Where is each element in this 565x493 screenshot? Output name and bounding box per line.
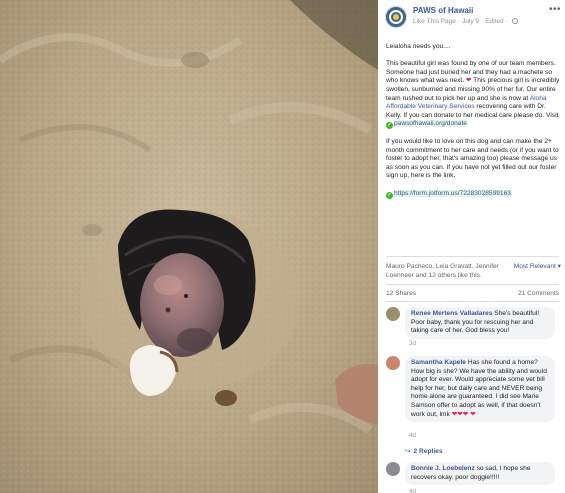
check-icon: ✓ — [386, 191, 393, 199]
comment-time[interactable]: 4d — [409, 432, 416, 439]
likes-row: Mauro Pacheco, Leia Gravatt, Jennifer Lo… — [386, 263, 561, 280]
comment-item: Renee Mertens Valladares She's beautiful… — [386, 307, 561, 349]
comments-count[interactable]: 21 Comments — [518, 290, 559, 297]
post-paragraph-1: Leialoha needs you.... — [386, 43, 451, 50]
heart-icon: ❤ — [465, 77, 472, 85]
shares-count[interactable]: 12 Shares — [386, 290, 416, 297]
logo-dot-icon — [393, 14, 399, 20]
avatar[interactable] — [386, 307, 400, 321]
comment-time[interactable]: 4d — [409, 488, 416, 493]
post-paragraph-3: If you would like to love on this dog an… — [386, 137, 559, 180]
globe-icon — [511, 18, 518, 24]
divider — [386, 301, 559, 302]
sand-dog-photo — [0, 0, 378, 493]
heart-icon: ❤❤❤ ❤ — [451, 410, 476, 418]
comment-author[interactable]: Samantha Kapele — [411, 359, 466, 366]
comment-bubble: Samantha Kapele Has she found a home? Ho… — [405, 356, 555, 423]
more-dots-icon[interactable]: ••• — [549, 4, 561, 15]
reply-arrow-icon: ↪ — [405, 448, 411, 455]
post-text: Leialoha needs you.... This beautiful gi… — [386, 43, 561, 207]
replies-label: 2 Replies — [413, 448, 443, 455]
post-panel: PAWS of Hawaii Like This Page · July 9 · Edi… — [378, 0, 565, 493]
comment-bubble: Renee Mertens Valladares She's beautiful… — [405, 307, 555, 339]
post-date[interactable]: July 9 — [462, 18, 479, 25]
divider — [386, 256, 559, 257]
page-avatar[interactable] — [385, 6, 407, 28]
form-link[interactable]: https://form.jotform.us/72283028599163 — [394, 189, 511, 197]
page-name[interactable]: PAWS of Hawaii — [413, 6, 473, 15]
comment-author[interactable]: Bonnie J. Loebelenz — [411, 465, 475, 472]
divider — [386, 284, 559, 285]
post-paragraph-4: ✓ https://form.jotform.us/72283028599163 — [386, 189, 561, 199]
likes-summary[interactable]: Mauro Pacheco, Leia Gravatt, Jennifer Lo… — [386, 263, 504, 280]
edited-label[interactable]: Edited — [485, 18, 503, 25]
donate-link[interactable]: pawsofhawaii.org/donate — [394, 120, 467, 128]
post-header: PAWS of Hawaii Like This Page · July 9 · Edi… — [385, 4, 563, 30]
post-meta: Like This Page · July 9 · Edited · — [413, 18, 518, 25]
view-replies-link[interactable]: ↪ 2 Replies — [405, 447, 443, 455]
avatar[interactable] — [386, 462, 400, 476]
post-paragraph-2: This beautiful girl was found by one of … — [386, 60, 561, 130]
comment-item: Bonnie J. Loebelenz so sad, I hope she r… — [386, 462, 561, 493]
like-page-link[interactable]: Like This Page — [413, 18, 456, 25]
comment-author[interactable]: Renee Mertens Valladares — [411, 310, 492, 317]
comment-time[interactable]: 3d — [409, 340, 416, 347]
most-relevant-dropdown[interactable]: Most Relevant ▾ — [514, 263, 561, 272]
comment-bubble: Bonnie J. Loebelenz so sad, I hope she r… — [405, 462, 555, 486]
comment-item: Samantha Kapele Has she found a home? Ho… — [386, 356, 561, 440]
check-icon: ✓ — [386, 122, 393, 130]
avatar[interactable] — [386, 356, 400, 370]
comment-text: Has she found a home? How big is she? We… — [411, 359, 547, 418]
post-photo[interactable] — [0, 0, 378, 493]
